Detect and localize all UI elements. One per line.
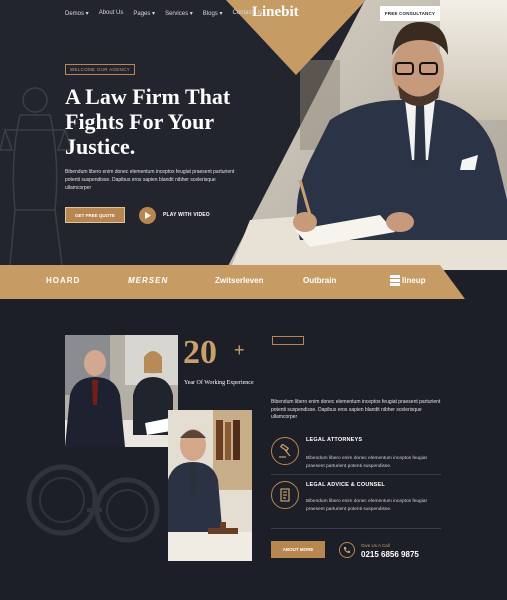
legal-attorneys-icon-circle — [271, 437, 299, 465]
years-plus: + — [234, 340, 245, 360]
feature-title-legal-advice: LEGAL ADVICE & COUNSEL — [306, 482, 385, 488]
brand-mersen: MERSEN — [128, 276, 169, 285]
brand-outbrain: Outbrain — [303, 276, 337, 285]
play-icon — [145, 212, 151, 219]
document-icon — [280, 488, 290, 502]
brand-hoard: HOARD — [46, 276, 81, 285]
years-label: Year Of Working Experience — [184, 380, 254, 386]
nav-item-pages[interactable]: Pages ▾ — [133, 10, 155, 17]
nav-item-demos[interactable]: Demos ▾ — [65, 10, 89, 17]
nav-item-blogs[interactable]: Blogs ▾ — [203, 10, 223, 17]
hero-title: A Law Firm That Fights For Your Justice. — [65, 84, 231, 159]
handcuffs-watermark — [26, 464, 160, 543]
play-video-label[interactable]: PLAY WITH VIDEO — [163, 212, 210, 218]
about-description: Bibendum libero enim donec elementum inc… — [271, 399, 441, 420]
logo[interactable]: Linebit — [252, 4, 299, 21]
years-number: 20 — [183, 334, 217, 371]
lady-justice-watermark — [0, 87, 74, 266]
gavel-icon — [279, 444, 291, 458]
phone-icon-circle[interactable] — [339, 542, 355, 558]
phone-number[interactable]: 0215 6856 9875 — [361, 550, 419, 559]
nav-item-services[interactable]: Services ▾ — [165, 10, 193, 17]
hero-section: Demos ▾ About Us Pages ▾ Services ▾ Blog… — [0, 0, 507, 270]
brand-zwitserleven: Zwitserleven — [215, 276, 264, 285]
play-video-button[interactable] — [139, 207, 156, 224]
feature-text-legal-advice: Bibendum libero enim donec elementum inc… — [306, 499, 427, 512]
feature-title-legal-attorneys: LEGAL ATTORNEYS — [306, 437, 363, 443]
lineup-logo-icon — [390, 275, 400, 286]
about-team-photo — [65, 335, 178, 447]
get-free-quote-button[interactable]: GET FREE QUOTE — [65, 207, 125, 223]
main-nav: Demos ▾ About Us Pages ▾ Services ▾ Blog… — [65, 10, 262, 17]
brand-lineup: lineup — [402, 276, 426, 285]
feature-divider — [271, 528, 441, 529]
call-label: Give Us A Call — [361, 543, 390, 548]
about-more-button[interactable]: ABOUT MORE — [271, 541, 325, 558]
feature-text-legal-attorneys: Bibendum libero enim donec elementum inc… — [306, 456, 427, 469]
about-lawyer-photo — [168, 410, 252, 561]
welcome-badge: WELCOME OUR AGENCY — [65, 64, 135, 75]
nav-item-about[interactable]: About Us — [99, 10, 124, 17]
phone-icon — [344, 547, 350, 554]
hero-description: Bibendum libero enim donec elementum inc… — [65, 169, 235, 191]
feature-divider — [271, 474, 441, 475]
legal-advice-icon-circle — [271, 481, 299, 509]
section-tag-outline — [272, 336, 304, 345]
free-consultancy-button[interactable]: FREE CONSULTANCY — [380, 6, 440, 21]
